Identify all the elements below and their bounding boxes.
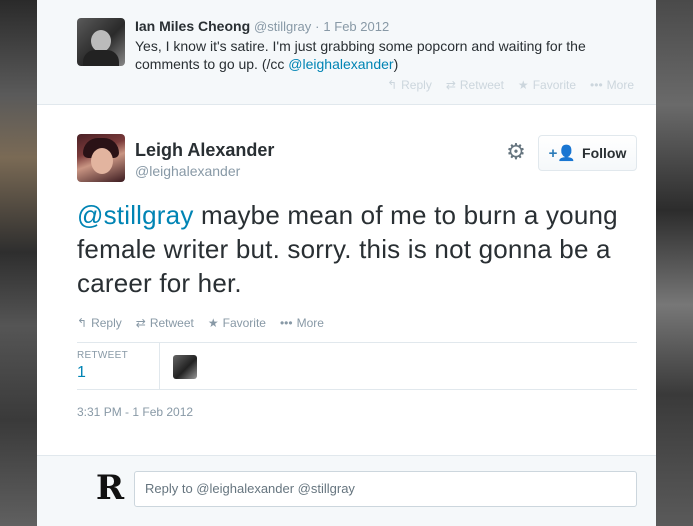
parent-retweet-label: Retweet	[459, 78, 504, 92]
retweet-count-label: RETWEET	[77, 350, 128, 361]
follow-label: Follow	[582, 145, 627, 161]
retweet-label: Retweet	[149, 316, 194, 330]
parent-more-label: More	[606, 78, 634, 92]
parent-avatar[interactable]	[77, 18, 125, 66]
reply-button[interactable]: ↰ Reply	[77, 316, 122, 330]
parent-favorite-button[interactable]: ★ Favorite	[518, 78, 576, 92]
retweet-icon: ⇄	[445, 78, 456, 92]
parent-date[interactable]: 1 Feb 2012	[323, 19, 389, 34]
parent-mention-link[interactable]: @leighalexander	[288, 56, 393, 72]
retweet-icon: ⇄	[135, 316, 146, 330]
star-icon: ★	[517, 78, 529, 92]
parent-reply-label: Reply	[401, 78, 432, 92]
reply-input[interactable]: Reply to @leighalexander @stillgray	[134, 471, 637, 507]
parent-more-button[interactable]: ••• More	[590, 78, 634, 92]
stats-divider	[159, 343, 160, 389]
parent-user-handle[interactable]: @stillgray	[254, 19, 311, 34]
parent-favorite-label: Favorite	[532, 78, 577, 92]
reply-label: Reply	[91, 316, 122, 330]
main-tweet-text: @stillgray maybe mean of me to burn a yo…	[77, 198, 637, 300]
main-actions: ↰ Reply ⇄ Retweet ★ Favorite ••• More	[77, 316, 324, 330]
main-user-name[interactable]: Leigh Alexander	[135, 140, 274, 161]
main-avatar[interactable]	[77, 134, 125, 182]
reply-arrow-icon: ↰	[387, 78, 398, 92]
reply-arrow-icon: ↰	[77, 316, 88, 330]
background-left	[0, 0, 40, 526]
current-user-avatar: R	[95, 468, 125, 508]
add-user-icon: +👤	[548, 145, 577, 162]
parent-actions: ↰ Reply ⇄ Retweet ★ Favorite ••• More	[387, 78, 634, 92]
gear-icon[interactable]: ⚙	[504, 140, 528, 164]
star-icon: ★	[207, 316, 219, 330]
reply-bar: R Reply to @leighalexander @stillgray	[37, 455, 656, 526]
favorite-button[interactable]: ★ Favorite	[208, 316, 266, 330]
follow-button[interactable]: +👤 Follow	[538, 135, 637, 171]
background-right	[653, 0, 693, 526]
parent-header: Ian Miles Cheong @stillgray · 1 Feb 2012	[135, 18, 389, 34]
more-dots-icon: •••	[279, 316, 293, 330]
favorite-label: Favorite	[222, 316, 266, 330]
main-user-handle[interactable]: @leighalexander	[135, 163, 240, 179]
more-dots-icon: •••	[590, 78, 603, 92]
main-mention-link[interactable]: @stillgray	[77, 200, 194, 230]
tweet-stats: RETWEET 1	[77, 342, 637, 390]
more-button[interactable]: ••• More	[280, 316, 324, 330]
tweet-card: Ian Miles Cheong @stillgray · 1 Feb 2012…	[37, 0, 656, 526]
retweeter-avatar[interactable]	[173, 355, 197, 379]
more-label: More	[296, 316, 324, 330]
tweet-timestamp[interactable]: 3:31 PM - 1 Feb 2012	[77, 405, 193, 419]
parent-retweet-button[interactable]: ⇄ Retweet	[446, 78, 504, 92]
parent-tweet-text: Yes, I know it's satire. I'm just grabbi…	[135, 37, 635, 73]
parent-text-end: )	[393, 56, 399, 72]
retweet-count-value[interactable]: 1	[77, 364, 86, 382]
parent-tweet[interactable]: Ian Miles Cheong @stillgray · 1 Feb 2012…	[37, 0, 656, 105]
parent-user-name[interactable]: Ian Miles Cheong	[135, 18, 250, 34]
retweet-button[interactable]: ⇄ Retweet	[136, 316, 194, 330]
parent-reply-button[interactable]: ↰ Reply	[387, 78, 432, 92]
parent-separator: ·	[315, 19, 320, 34]
